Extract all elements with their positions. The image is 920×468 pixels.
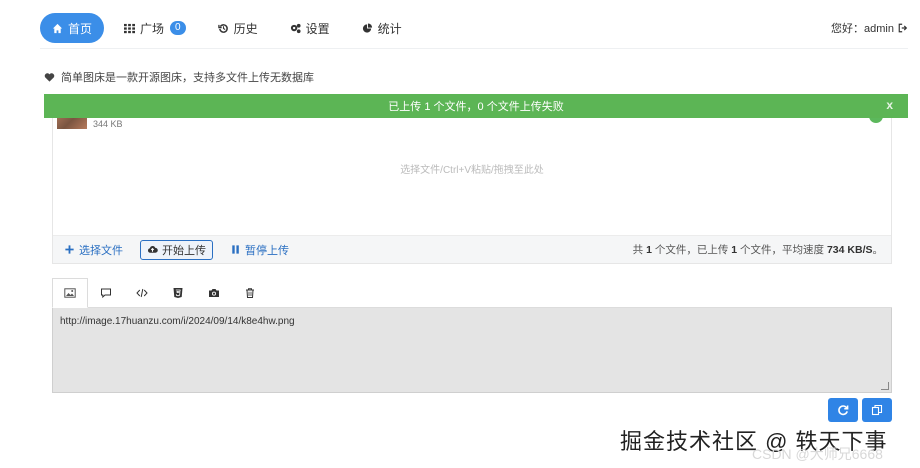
- refresh-icon: [838, 405, 849, 416]
- upload-panel[interactable]: 344 KB 选择文件/Ctrl+V粘贴/拖拽至此处 选择文件 开始上传 暂停上…: [52, 96, 892, 264]
- gears-icon: [290, 23, 301, 33]
- copy-button[interactable]: [862, 398, 892, 422]
- plus-icon: [65, 245, 74, 254]
- nav-stats-label: 统计: [377, 21, 402, 36]
- upload-result-alert: 已上传 1 个文件，0 个文件上传失败 x: [44, 94, 908, 118]
- square-count-badge: 0: [170, 21, 186, 35]
- nav-settings[interactable]: 设置: [278, 13, 342, 43]
- trash-icon: [246, 288, 254, 298]
- start-upload-button[interactable]: 开始上传: [140, 239, 213, 260]
- nav-history-label: 历史: [233, 21, 258, 36]
- home-icon: [52, 23, 63, 33]
- nav-settings-label: 设置: [305, 21, 330, 36]
- nav-square[interactable]: 广场 0: [112, 13, 198, 43]
- tab-code[interactable]: [124, 278, 160, 308]
- watermark-sub: CSDN @大师兄6668: [752, 446, 883, 462]
- alert-text: 已上传 1 个文件，0 个文件上传失败: [388, 101, 564, 113]
- select-files-button[interactable]: 选择文件: [61, 240, 126, 260]
- comment-icon: [101, 288, 111, 299]
- drop-zone-hint[interactable]: 选择文件/Ctrl+V粘贴/拖拽至此处: [53, 161, 891, 176]
- link-format-tabs: [52, 278, 892, 308]
- code-icon: [136, 288, 148, 298]
- tab-screenshot[interactable]: [196, 278, 232, 308]
- stats-total: 1: [646, 244, 652, 256]
- nav-stats[interactable]: 统计: [350, 13, 414, 43]
- nav-history[interactable]: 历史: [206, 13, 270, 43]
- tab-delete[interactable]: [232, 278, 268, 308]
- history-icon: [217, 23, 228, 33]
- nav-square-label: 广场: [140, 21, 165, 36]
- top-nav: 首页 广场 0 历史 设置 统计 您好：admin: [40, 10, 908, 46]
- intro-line: 简单图床是一款开源图床，支持多文件上传无数据库: [44, 69, 314, 85]
- tab-image-url[interactable]: [52, 278, 88, 308]
- start-upload-label: 开始上传: [162, 244, 206, 257]
- pause-upload-button[interactable]: 暂停上传: [227, 240, 292, 260]
- pause-icon: [232, 245, 239, 254]
- camera-icon: [209, 289, 219, 297]
- select-files-label: 选择文件: [79, 244, 123, 257]
- intro-text: 简单图床是一款开源图床，支持多文件上传无数据库: [61, 72, 314, 84]
- copy-icon: [871, 404, 883, 416]
- stats-prefix: 共: [632, 244, 644, 256]
- stats-speed: 734 KB/S: [826, 244, 873, 256]
- tab-markdown[interactable]: [88, 278, 124, 308]
- nav-home-label: 首页: [68, 21, 93, 36]
- heart-icon: [44, 72, 55, 82]
- pause-upload-label: 暂停上传: [245, 244, 289, 257]
- resize-handle[interactable]: [881, 382, 889, 390]
- link-output-textarea[interactable]: http://image.17huanzu.com/i/2024/09/14/k…: [52, 308, 892, 393]
- grid-icon: [124, 23, 136, 33]
- upload-toolbar: 选择文件 开始上传 暂停上传 共 1 个文件，已上传 1 个文件，平均速度 73…: [53, 235, 891, 263]
- stats-end: 。: [872, 244, 884, 256]
- reset-button[interactable]: [828, 398, 858, 422]
- stats-mid: 个文件，已上传: [654, 244, 729, 256]
- nav-divider: [40, 48, 908, 49]
- user-greeting: 您好：admin: [831, 23, 894, 35]
- stats-suffix: 个文件，平均速度: [740, 244, 825, 256]
- nav-home[interactable]: 首页: [40, 13, 105, 43]
- image-icon: [64, 288, 76, 298]
- logout-icon[interactable]: [898, 23, 908, 33]
- stats-uploaded: 1: [731, 244, 738, 256]
- pie-chart-icon: [362, 22, 372, 33]
- html5-icon: [173, 288, 183, 298]
- cloud-upload-icon: [147, 245, 158, 253]
- tab-html[interactable]: [160, 278, 196, 308]
- output-url: http://image.17huanzu.com/i/2024/09/14/k…: [60, 316, 295, 327]
- upload-stats: 共 1 个文件，已上传 1 个文件，平均速度 734 KB/S。: [633, 242, 883, 257]
- alert-close-button[interactable]: x: [886, 98, 893, 112]
- user-menu[interactable]: 您好：admin: [831, 20, 908, 36]
